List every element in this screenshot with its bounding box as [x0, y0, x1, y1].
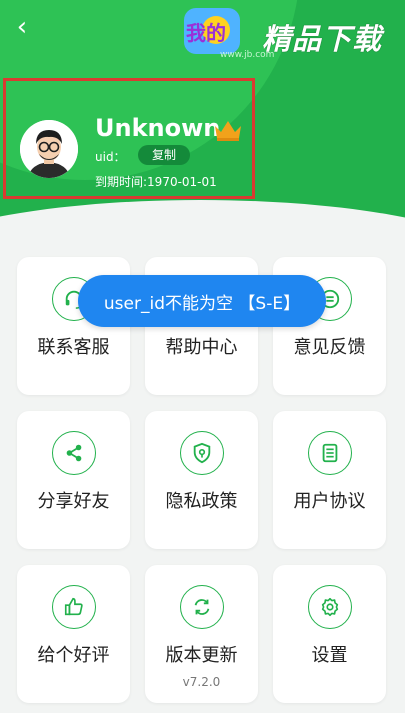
- watermark-url: www.jb.com: [220, 50, 275, 60]
- document-icon: [308, 431, 352, 475]
- username: Unknown: [95, 114, 221, 142]
- app-version: v7.2.0: [182, 675, 221, 689]
- menu-item-label: 给个好评: [37, 645, 110, 666]
- user-profile-card: Unknown uid： 复制 到期时间:1970-01-01: [3, 78, 255, 199]
- avatar[interactable]: [20, 120, 78, 178]
- menu-item-label: 设置: [311, 645, 348, 666]
- share-icon: [52, 431, 96, 475]
- header-curve: [0, 200, 405, 240]
- avatar-illustration-icon: [20, 120, 78, 178]
- menu-item-settings[interactable]: 设置: [273, 565, 386, 703]
- refresh-icon: [180, 585, 224, 629]
- watermark-text: 精品下载: [262, 22, 383, 56]
- menu-item-label: 意见反馈: [293, 337, 366, 358]
- menu-item-version-update[interactable]: 版本更新 v7.2.0: [145, 565, 258, 703]
- menu-item-label: 隐私政策: [165, 491, 238, 512]
- privacy-shield-icon: [180, 431, 224, 475]
- settings-gear-icon: [308, 585, 352, 629]
- menu-item-user-agreement[interactable]: 用户协议: [273, 411, 386, 549]
- copy-uid-button[interactable]: 复制: [138, 145, 190, 165]
- menu-item-privacy-policy[interactable]: 隐私政策: [145, 411, 258, 549]
- menu-item-label: 分享好友: [37, 491, 110, 512]
- back-button[interactable]: ‹: [10, 12, 34, 42]
- expire-date: 到期时间:1970-01-01: [95, 175, 217, 189]
- menu-item-label: 版本更新: [165, 645, 238, 666]
- watermark-logo: 我的 精品下载 www.jb.com: [180, 6, 402, 66]
- menu-item-label: 联系客服: [37, 337, 110, 358]
- error-toast: user_id不能为空 【S-E】: [78, 275, 326, 327]
- menu-item-label: 帮助中心: [165, 337, 238, 358]
- thumbs-up-icon: [52, 585, 96, 629]
- menu-item-label: 用户协议: [293, 491, 366, 512]
- menu-item-rate-app[interactable]: 给个好评: [17, 565, 130, 703]
- vip-crown-icon: [215, 121, 241, 141]
- watermark-badge-text: 我的: [186, 21, 226, 45]
- uid-label: uid：: [95, 150, 126, 164]
- menu-item-share-friends[interactable]: 分享好友: [17, 411, 130, 549]
- chevron-left-icon: ‹: [16, 12, 28, 42]
